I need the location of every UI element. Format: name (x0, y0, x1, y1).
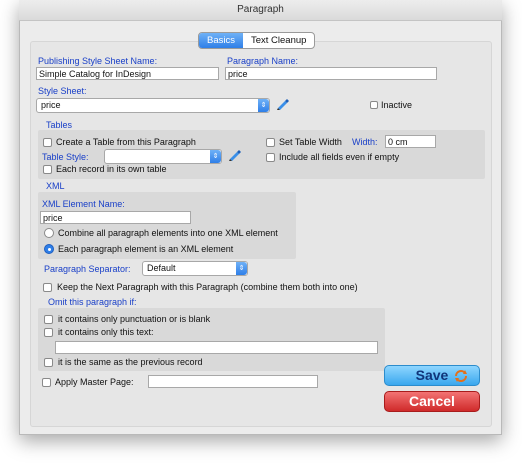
width-field[interactable]: 0 cm (385, 135, 436, 148)
same-as-previous-checkbox[interactable] (44, 358, 53, 367)
same-as-previous-label: it is the same as the previous record (58, 357, 203, 367)
apply-master-page-field[interactable] (148, 375, 318, 388)
paragraph-separator-label: Paragraph Separator: (44, 264, 131, 274)
each-element-radio[interactable] (44, 244, 54, 254)
publishing-style-sheet-label: Publishing Style Sheet Name: (38, 56, 158, 66)
paragraph-separator-select[interactable]: Default ⇕ (142, 261, 248, 276)
style-sheet-value: price (41, 100, 61, 110)
chevron-updown-icon: ⇕ (210, 150, 221, 163)
omit-section-label: Omit this paragraph if: (48, 297, 137, 307)
apply-master-page-label: Apply Master Page: (55, 377, 134, 387)
inactive-checkbox[interactable] (370, 101, 378, 109)
tables-section-label: Tables (46, 120, 73, 130)
xml-element-name-label: XML Element Name: (42, 199, 125, 209)
each-record-checkbox[interactable] (43, 165, 52, 174)
combine-radio[interactable] (44, 228, 54, 238)
create-table-label: Create a Table from this Paragraph (56, 137, 196, 147)
style-sheet-select[interactable]: price ⇕ (36, 98, 270, 113)
chevron-updown-icon: ⇕ (236, 262, 247, 275)
save-button[interactable]: Save (384, 365, 480, 386)
inactive-label: Inactive (381, 100, 413, 110)
punctuation-label: it contains only punctuation or is blank (58, 314, 211, 324)
keep-next-checkbox[interactable] (43, 283, 52, 292)
style-sheet-label: Style Sheet: (38, 86, 87, 96)
include-all-fields-label: Include all fields even if empty (279, 152, 400, 162)
only-text-field[interactable] (55, 341, 378, 354)
tab-bar: Basics Text Cleanup (198, 32, 316, 49)
publishing-style-sheet-field[interactable]: Simple Catalog for InDesign (36, 67, 219, 80)
each-record-label: Each record in its own table (56, 164, 167, 174)
chevron-updown-icon: ⇕ (258, 99, 269, 112)
include-all-fields-checkbox[interactable] (266, 153, 275, 162)
xml-section-label: XML (46, 181, 65, 191)
only-text-label: it contains only this text: (58, 327, 154, 337)
tab-basics[interactable]: Basics (199, 33, 243, 48)
width-label: Width: (352, 137, 378, 147)
each-element-label: Each paragraph element is an XML element (58, 244, 234, 254)
paragraph-name-label: Paragraph Name: (227, 56, 299, 66)
refresh-icon (455, 370, 467, 382)
set-table-width-checkbox[interactable] (266, 138, 275, 147)
paragraph-separator-value: Default (147, 263, 176, 273)
cancel-button[interactable]: Cancel (384, 391, 480, 412)
xml-element-name-field[interactable]: price (40, 211, 191, 224)
apply-master-page-checkbox[interactable] (42, 378, 51, 387)
tab-text-cleanup[interactable]: Text Cleanup (243, 33, 314, 48)
table-style-select[interactable]: ⇕ (104, 149, 222, 164)
edit-pencil-icon[interactable] (228, 149, 242, 161)
set-table-width-label: Set Table Width (279, 137, 342, 147)
only-text-checkbox[interactable] (44, 328, 53, 337)
window-title: Paragraph (19, 0, 502, 21)
combine-label: Combine all paragraph elements into one … (58, 228, 278, 238)
paragraph-name-field[interactable]: price (225, 67, 437, 80)
table-style-label: Table Style: (42, 152, 89, 162)
create-table-checkbox[interactable] (43, 138, 52, 147)
save-label: Save (415, 367, 449, 383)
punctuation-checkbox[interactable] (44, 315, 53, 324)
keep-next-label: Keep the Next Paragraph with this Paragr… (57, 282, 358, 292)
edit-pencil-icon[interactable] (276, 98, 290, 110)
